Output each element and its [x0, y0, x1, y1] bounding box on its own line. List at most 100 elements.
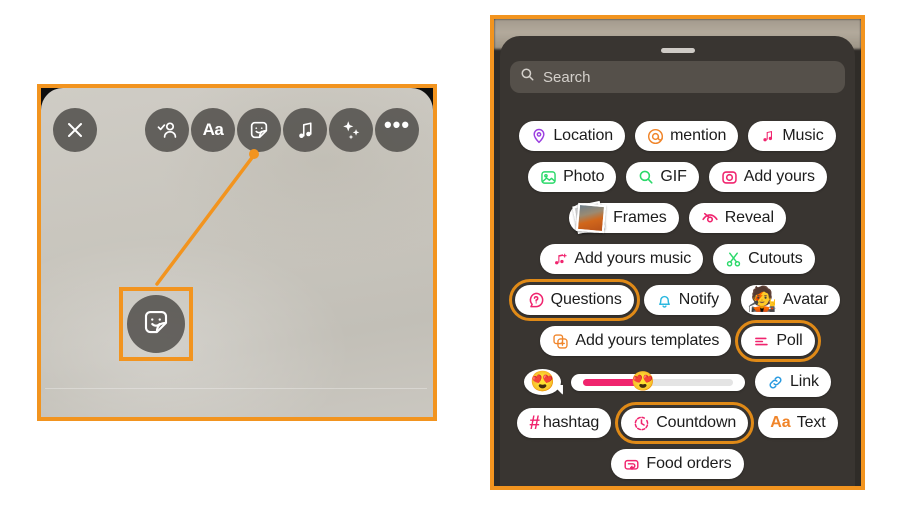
- story-editor-panel: Aa •••: [37, 84, 437, 421]
- sticker-chip-add-yours-music[interactable]: Add yours music: [540, 244, 704, 274]
- sticker-row: Add yours templates Poll: [500, 320, 855, 362]
- question-bubble-icon: [527, 291, 545, 309]
- sticker-chip-label: Notify: [678, 291, 720, 308]
- emoji-reaction-icon: 😍: [530, 371, 555, 393]
- sticker-chip-grid: Location mention Music Photo GIF Add you…: [500, 121, 855, 486]
- tag-people-icon: [156, 120, 178, 140]
- sticker-chip-add-yours[interactable]: Add yours: [708, 162, 827, 192]
- sticker-chip-label: mention: [670, 127, 727, 144]
- sticker-chip-label: Photo: [563, 168, 605, 185]
- sticker-chip-label: Music: [782, 127, 824, 144]
- sticker-chip-hashtag[interactable]: # hashtag: [517, 408, 612, 438]
- at-mention-icon: [647, 128, 664, 145]
- sticker-chip-location[interactable]: Location: [519, 121, 626, 151]
- bell-icon: [656, 292, 673, 309]
- sticker-chip-label: Link: [789, 373, 819, 390]
- sticker-row: Location mention Music: [500, 121, 855, 151]
- sticker-chip-label: Text: [796, 414, 826, 431]
- sticker-chip-label: GIF: [660, 168, 687, 185]
- music-note-icon: [760, 128, 776, 144]
- sticker-chip-food-orders[interactable]: Food orders: [611, 449, 744, 479]
- sticker-chip-label: Add yours music: [574, 250, 692, 267]
- more-options-icon: •••: [383, 112, 411, 137]
- sticker-chip-label: Food orders: [646, 455, 732, 472]
- emoji-slider-knob[interactable]: 😍: [631, 373, 655, 392]
- more-options-button[interactable]: •••: [375, 108, 419, 152]
- close-button[interactable]: [53, 108, 97, 152]
- sticker-chip-label: hashtag: [542, 414, 600, 431]
- text-aa-icon: Aa: [770, 414, 791, 431]
- sticker-tray-panel: Search Location mention Music Photo GIF …: [490, 15, 865, 490]
- sticker-chip-label: Location: [553, 127, 614, 144]
- scissors-icon: [725, 251, 742, 268]
- food-orders-icon: [623, 456, 640, 473]
- sticker-chip-label: Reveal: [724, 209, 774, 226]
- sticker-row: Add yours music Cutouts: [500, 244, 855, 274]
- sticker-chip-countdown[interactable]: Countdown: [615, 402, 755, 444]
- sticker-chip-text[interactable]: Aa Text: [758, 408, 838, 438]
- sticker-row: Questions Notify 🧑‍🎤 Avatar: [500, 279, 855, 321]
- sticker-row: 😍 😍 Link: [500, 367, 855, 397]
- sticker-chip-gif[interactable]: GIF: [626, 162, 699, 192]
- sticker-sheet: Search Location mention Music Photo GIF …: [500, 36, 855, 486]
- close-icon: [65, 120, 85, 140]
- sticker-row: Frames Reveal: [500, 200, 855, 235]
- sticker-chip-emoji-slider[interactable]: 😍: [570, 373, 745, 392]
- sticker-chip-music[interactable]: Music: [748, 121, 836, 151]
- music-note-icon: [295, 120, 316, 141]
- sticker-chip-add-yours-templates[interactable]: Add yours templates: [540, 326, 732, 356]
- effects-tool-button[interactable]: [329, 108, 373, 152]
- text-aa-icon: Aa: [202, 120, 224, 139]
- sticker-icon: [141, 307, 171, 342]
- frames-photos-icon: [572, 200, 607, 235]
- emoji-slider-icon[interactable]: 😍: [582, 373, 733, 392]
- music-plus-icon: [552, 251, 568, 267]
- location-pin-icon: [531, 128, 547, 144]
- sticker-chip-label: Avatar: [783, 291, 829, 308]
- sticker-chip-avatar[interactable]: 🧑‍🎤 Avatar: [741, 285, 841, 315]
- sticker-row: Photo GIF Add yours: [500, 162, 855, 192]
- hashtag-icon: #: [529, 412, 540, 434]
- sticker-chip-label: Add yours: [743, 168, 815, 185]
- sticker-chip-poll[interactable]: Poll: [735, 320, 821, 362]
- sticker-chip-label: Frames: [613, 209, 667, 226]
- music-tool-button[interactable]: [283, 108, 327, 152]
- sticker-row: Food orders: [500, 449, 855, 479]
- avatar-icon: 🧑‍🎤: [747, 286, 777, 313]
- sticker-tool-button[interactable]: [237, 108, 281, 152]
- sticker-chip-label: Cutouts: [748, 250, 803, 267]
- templates-plus-icon: [552, 333, 569, 350]
- gif-search-icon: [638, 169, 654, 185]
- photo-icon: [540, 169, 557, 186]
- sticker-chip-label: Questions: [550, 291, 622, 308]
- sticker-chip-mention[interactable]: mention: [635, 121, 739, 151]
- sticker-chip-link[interactable]: Link: [754, 367, 831, 397]
- text-tool-button[interactable]: Aa: [191, 108, 235, 152]
- eye-slash-icon: [701, 209, 719, 227]
- sticker-chip-label: Countdown: [656, 414, 737, 431]
- search-bar[interactable]: Search: [510, 61, 845, 93]
- sticker-button-callout-box: [119, 287, 193, 361]
- sticker-tool-button-enlarged[interactable]: [127, 295, 185, 353]
- sticker-chip-label: Poll: [776, 332, 803, 349]
- sticker-chip-notify[interactable]: Notify: [643, 285, 732, 315]
- sticker-chip-reveal[interactable]: Reveal: [688, 203, 786, 233]
- search-input[interactable]: Search: [543, 69, 591, 86]
- story-editor-toolbar: Aa •••: [41, 108, 433, 154]
- search-icon: [520, 67, 535, 87]
- sticker-chip-questions[interactable]: Questions: [508, 279, 640, 321]
- tag-people-button[interactable]: [145, 108, 189, 152]
- sticker-icon: [248, 119, 270, 141]
- countdown-clock-icon: [633, 415, 650, 432]
- sheet-drag-handle[interactable]: [660, 48, 695, 53]
- camera-icon: [721, 169, 738, 186]
- sticker-chip-cutouts[interactable]: Cutouts: [713, 244, 815, 274]
- sparkles-icon: [340, 119, 362, 141]
- sticker-chip-frames[interactable]: Frames: [569, 200, 679, 235]
- sticker-chip-photo[interactable]: Photo: [528, 162, 617, 192]
- sticker-chip-label: Add yours templates: [575, 332, 720, 349]
- sticker-chip-emoji-reaction[interactable]: 😍: [524, 369, 561, 395]
- link-icon: [767, 374, 784, 391]
- sticker-row: # hashtag Countdown Aa Text: [500, 402, 855, 444]
- poll-bars-icon: [753, 333, 770, 350]
